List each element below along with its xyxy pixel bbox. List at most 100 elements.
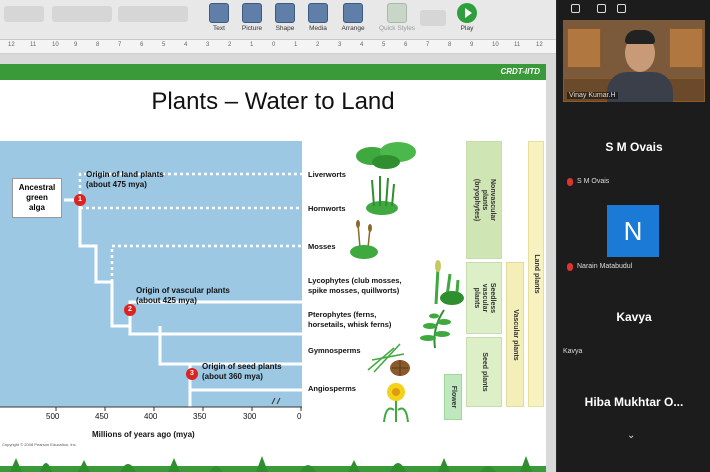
ruler-tick: 2 (316, 42, 320, 48)
slide[interactable]: CRDT-IITD Plants – Water to Land Ancestr… (0, 64, 546, 472)
liverwort-illustration-icon (356, 142, 416, 169)
arrange-icon (343, 3, 363, 23)
callout-vascular-plants: Origin of vascular plants (about 425 mya… (136, 286, 230, 305)
ruler-tick: 12 (8, 42, 15, 48)
x-tick-300: 300 (243, 412, 257, 421)
ruler-tick: 11 (30, 42, 37, 48)
ruler-tick: 6 (140, 42, 144, 48)
ruler-tick: 9 (74, 42, 78, 48)
presenter-video-tile[interactable]: Vinay Kumar.H (563, 20, 705, 102)
branch-pterophytes (158, 326, 302, 366)
ruler-tick: 10 (492, 42, 499, 48)
paragraph-group[interactable] (118, 6, 188, 22)
slide-canvas: CRDT-IITD Plants – Water to Land Ancestr… (0, 54, 556, 472)
marker-3: 3 (186, 368, 198, 380)
fern-illustration-icon (420, 309, 451, 349)
marker-1: 1 (74, 194, 86, 206)
label-gymnosperms: Gymnosperms (308, 346, 361, 355)
panel-controls (557, 0, 710, 18)
speaker-view-icon[interactable] (597, 4, 606, 13)
participant-name-label: Narain Matabudul (577, 263, 633, 270)
quick-styles-button[interactable]: Quick Styles (374, 3, 420, 37)
participants-panel: Vinay Kumar.H S M Ovais S M Ovais N Nara… (556, 0, 710, 472)
x-tick-0: 0 (297, 412, 302, 421)
label-hornworts: Hornworts (308, 204, 346, 213)
ruler-tick: 8 (96, 42, 100, 48)
flower-bar: Flower (444, 374, 462, 420)
ribbon-toolbar: Text Picture Shape Media Arrange Quick S… (0, 0, 556, 40)
picture-icon (242, 3, 262, 23)
label-pterophytes: Pterophytes (ferns, horsetails, whisk fer… (308, 310, 392, 329)
x-tick-350: 350 (193, 412, 207, 421)
text-box-icon (209, 3, 229, 23)
arrange-button[interactable]: Arrange (330, 3, 376, 37)
daffodil-illustration-icon (383, 383, 409, 422)
label-angiosperms: Angiosperms (308, 384, 356, 393)
quick-styles-icon (387, 3, 407, 23)
participant-display-name: Hiba Mukhtar O... (584, 395, 684, 409)
ruler-tick: 11 (514, 42, 521, 48)
ruler-tick: 6 (404, 42, 408, 48)
ruler-tick: 1 (250, 42, 254, 48)
label-mosses: Mosses (308, 242, 336, 251)
scroll-down-chevron-icon[interactable]: ⌄ (627, 430, 637, 441)
font-group[interactable] (52, 6, 112, 22)
participant-display-name: Kavya (616, 310, 652, 324)
axis-break-icon (271, 397, 281, 405)
hornwort-illustration-icon (366, 176, 398, 215)
muted-mic-icon (567, 178, 573, 186)
ruler-tick: 7 (426, 42, 430, 48)
horizontal-ruler[interactable]: 12 11 10 9 8 7 6 5 4 3 2 1 0 1 2 3 4 5 6 7 8 9 10 11 12 (0, 40, 556, 54)
branch-main (64, 198, 302, 336)
play-icon (457, 3, 477, 23)
ruler-tick: 5 (382, 42, 386, 48)
play-button[interactable]: Play (444, 3, 490, 37)
vascular-plants-bar: Vascular plants (506, 262, 524, 407)
app-window: Text Picture Shape Media Arrange Quick S… (0, 0, 710, 472)
pine-cone-illustration-icon (367, 343, 410, 376)
moss-illustration-icon (350, 220, 378, 259)
ruler-tick: 5 (162, 42, 166, 48)
presenter-name-label: Vinay Kumar.H (567, 92, 618, 99)
x-tick-500: 500 (46, 412, 60, 421)
ruler-tick: 9 (470, 42, 474, 48)
x-axis-label: Millions of years ago (mya) (92, 430, 195, 439)
branch-mosses (110, 244, 302, 282)
ruler-tick: 10 (52, 42, 59, 48)
copyright-text: Copyright © 2008 Pearson Education, Inc. (2, 442, 77, 447)
callout-seed-plants: Origin of seed plants (about 360 mya) (202, 362, 282, 381)
ruler-tick: 3 (206, 42, 210, 48)
decorative-plant-strip (0, 452, 546, 472)
ruler-tick: 0 (272, 42, 276, 48)
ruler-tick: 4 (184, 42, 188, 48)
media-icon (308, 3, 328, 23)
ruler-tick: 12 (536, 42, 543, 48)
ancestral-green-alga-box: Ancestral green alga (12, 178, 62, 218)
x-tick-450: 450 (95, 412, 109, 421)
ruler-tick: 1 (294, 42, 298, 48)
ruler-tick: 2 (228, 42, 232, 48)
lycophyte-illustration-icon (434, 260, 464, 305)
ruler-tick: 7 (118, 42, 122, 48)
ruler-tick: 8 (448, 42, 452, 48)
callout-land-plants: Origin of land plants (about 475 mya) (86, 170, 164, 189)
nonvascular-plants-bar: Nonvascular plants (bryophytes) (466, 141, 502, 259)
format-tools-group[interactable] (420, 10, 446, 26)
participant-name-label: S M Ovais (577, 178, 610, 185)
x-tick-400: 400 (144, 412, 158, 421)
label-lycophytes: Lycophytes (club mosses, spike mosses, qu… (308, 276, 402, 295)
participant-name-label: Kavya (563, 348, 583, 355)
seedless-vascular-plants-bar: Seedless vascular plants (466, 262, 502, 334)
gallery-view-icon[interactable] (617, 4, 626, 13)
land-plants-bar: Land plants (528, 141, 544, 407)
muted-mic-icon (567, 263, 573, 271)
marker-2: 2 (124, 304, 136, 316)
shape-icon (275, 3, 295, 23)
undo-redo-group[interactable] (4, 6, 44, 22)
seed-plants-bar: Seed plants (466, 337, 502, 407)
minimize-icon[interactable] (571, 4, 580, 13)
participant-display-name: S M Ovais (605, 140, 663, 154)
label-liverworts: Liverworts (308, 170, 346, 179)
ruler-tick: 4 (360, 42, 364, 48)
participant-avatar: N (607, 205, 659, 257)
